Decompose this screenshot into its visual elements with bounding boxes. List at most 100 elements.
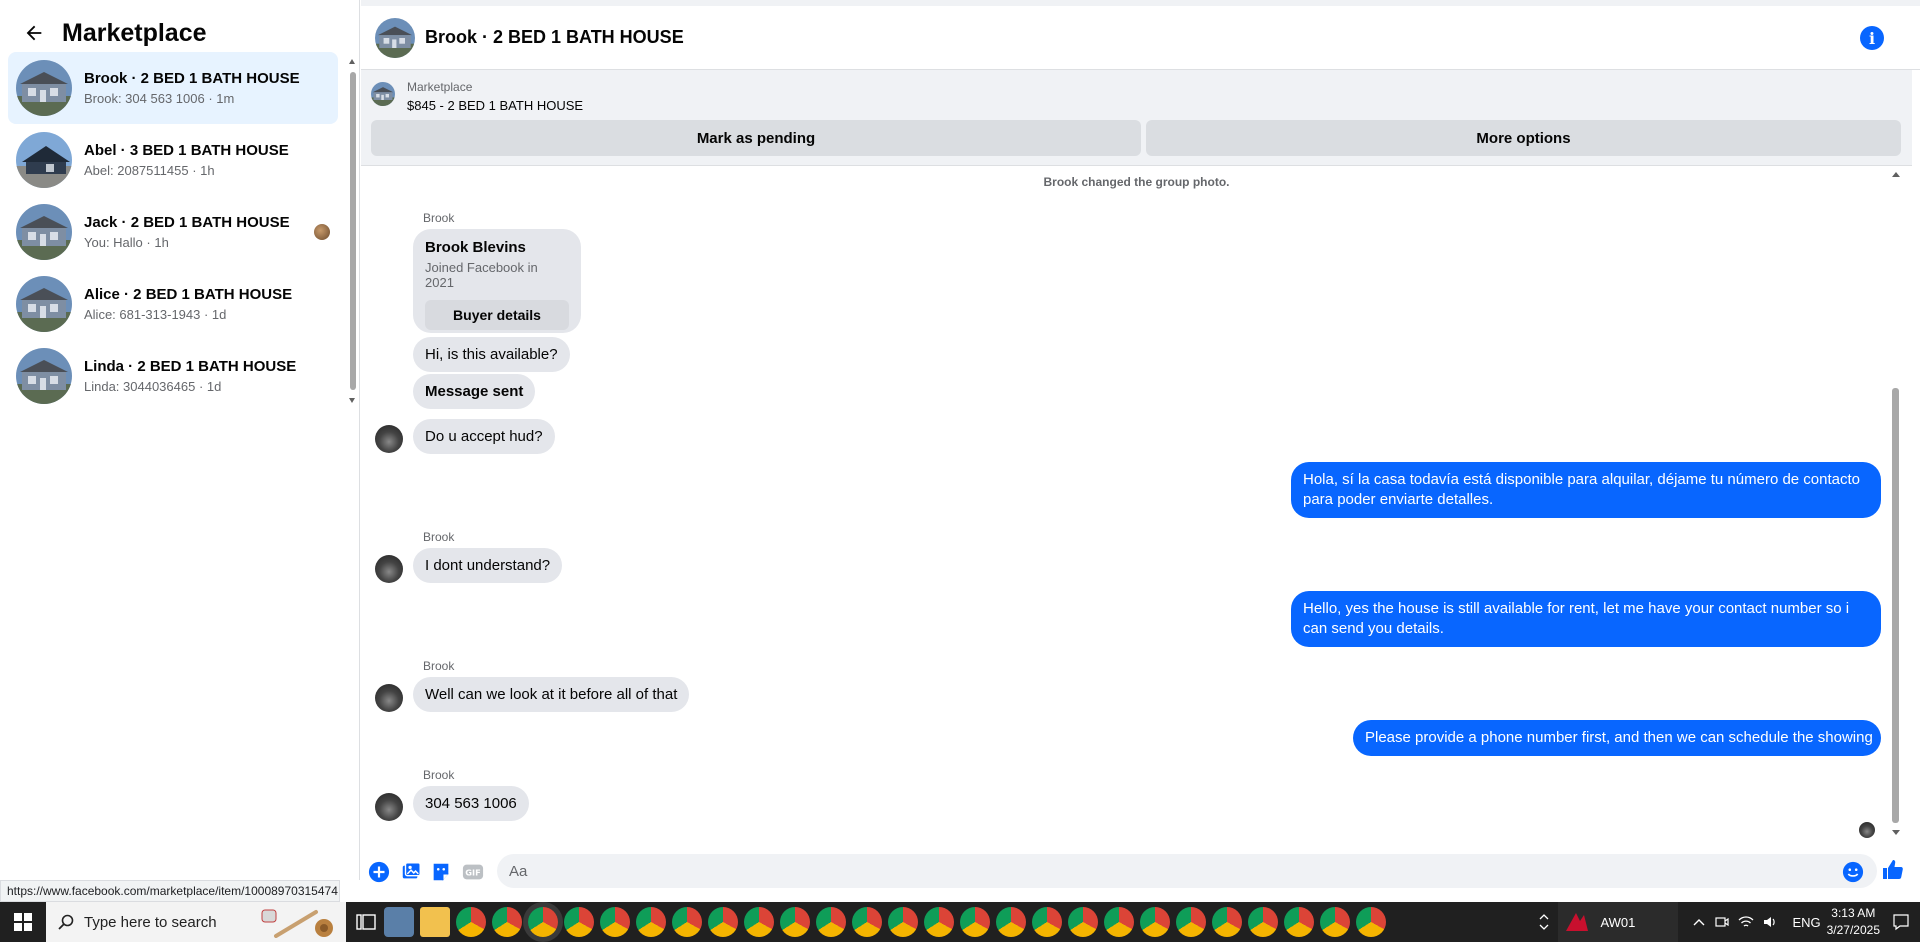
info-icon[interactable]: i — [1860, 26, 1884, 50]
listing-thumbnail — [16, 276, 72, 332]
chat-title[interactable]: Brook · 2 BED 1 BATH HOUSE — [425, 27, 684, 48]
conversation-item-abel[interactable]: Abel · 3 BED 1 BATH HOUSE Abel: 20875114… — [8, 124, 338, 196]
chrome-icon[interactable] — [1032, 907, 1062, 937]
chrome-icon[interactable] — [1068, 907, 1098, 937]
chrome-icon[interactable] — [1356, 907, 1386, 937]
message-scrollbar-arrows[interactable] — [1891, 170, 1901, 840]
message-bubble-out[interactable]: Please provide a phone number first, and… — [1353, 720, 1881, 756]
chrome-icon[interactable] — [492, 907, 522, 937]
chrome-icon[interactable] — [960, 907, 990, 937]
chrome-icon[interactable] — [1104, 907, 1134, 937]
search-icon — [58, 914, 74, 930]
tray-scroll-arrows-icon[interactable] — [1538, 912, 1550, 932]
chrome-icon[interactable] — [816, 907, 846, 937]
message-bubble-in[interactable]: Do u accept hud? — [413, 419, 555, 454]
chrome-icon[interactable] — [600, 907, 630, 937]
chrome-icon[interactable] — [564, 907, 594, 937]
listing-thumbnail — [16, 348, 72, 404]
chrome-icon[interactable] — [708, 907, 738, 937]
conversation-item-alice[interactable]: Alice · 2 BED 1 BATH HOUSE Alice: 681-31… — [8, 268, 338, 340]
chat-panel: Brook · 2 BED 1 BATH HOUSE i Marketplace… — [361, 0, 1920, 902]
chrome-icon[interactable] — [1212, 907, 1242, 937]
conversation-name: Abel · 3 BED 1 BATH HOUSE — [84, 142, 289, 159]
chrome-icon[interactable] — [1248, 907, 1278, 937]
sender-avatar[interactable] — [375, 555, 403, 583]
message-bubble-in[interactable]: I dont understand? — [413, 548, 563, 583]
gif-icon[interactable]: GIF — [461, 860, 485, 884]
chat-header: Brook · 2 BED 1 BATH HOUSE i — [361, 6, 1920, 70]
status-url-bar: https://www.facebook.com/marketplace/ite… — [0, 880, 340, 902]
listing-thumbnail — [16, 60, 72, 116]
file-explorer-icon[interactable] — [420, 907, 450, 937]
sender-avatar[interactable] — [375, 684, 403, 712]
chrome-icon[interactable] — [780, 907, 810, 937]
sender-name: Brook — [423, 211, 455, 225]
taskbar-app-icon[interactable] — [384, 907, 414, 937]
volume-icon[interactable] — [1762, 914, 1778, 930]
sender-name: Brook — [423, 768, 455, 782]
message-bubble-in[interactable]: Hi, is this available? — [413, 337, 570, 372]
back-arrow-icon[interactable] — [20, 19, 48, 47]
chrome-icon[interactable] — [456, 907, 486, 937]
buyer-name: Brook Blevins — [425, 239, 526, 256]
meet-now-icon[interactable] — [1714, 914, 1730, 930]
conversation-preview: You: Hallo · 1h — [84, 235, 169, 250]
chrome-icon[interactable] — [672, 907, 702, 937]
message-input[interactable] — [497, 854, 1877, 888]
chrome-icon[interactable] — [744, 907, 774, 937]
listing-thumbnail — [16, 204, 72, 260]
listing-price-title[interactable]: $845 - 2 BED 1 BATH HOUSE — [407, 98, 583, 113]
listing-thumbnail — [16, 132, 72, 188]
chrome-icon[interactable] — [1140, 907, 1170, 937]
more-options-button[interactable]: More options — [1146, 120, 1901, 156]
message-sent-bubble[interactable]: Message sent — [413, 374, 536, 409]
message-bubble-in[interactable]: 304 563 1006 — [413, 786, 529, 821]
chrome-icon[interactable] — [888, 907, 918, 937]
conversation-item-jack[interactable]: Jack · 2 BED 1 BATH HOUSE You: Hallo · 1… — [8, 196, 338, 268]
sender-name: Brook — [423, 530, 455, 544]
chrome-icon[interactable] — [852, 907, 882, 937]
chevron-up-icon[interactable] — [1692, 915, 1706, 929]
conversation-preview: Brook: 304 563 1006 · 1m — [84, 91, 235, 106]
windows-start-icon[interactable] — [0, 902, 46, 942]
sidebar-scrollbar-thumb[interactable] — [350, 72, 356, 390]
windows-taskbar: Type here to search AW01 ENG 3:13 AM 3/2… — [0, 902, 1920, 942]
sender-avatar[interactable] — [375, 425, 403, 453]
clock-date: 3/27/2025 — [1826, 923, 1880, 937]
message-bubble-out[interactable]: Hello, yes the house is still available … — [1291, 591, 1881, 647]
chrome-icon[interactable] — [1284, 907, 1314, 937]
mark-as-pending-button[interactable]: Mark as pending — [371, 120, 1141, 156]
listing-bar: Marketplace $845 - 2 BED 1 BATH HOUSE Ma… — [361, 70, 1912, 166]
language-indicator[interactable]: ENG — [1792, 915, 1820, 930]
sticker-icon[interactable] — [429, 860, 453, 884]
chrome-icon-active[interactable] — [528, 907, 558, 937]
notifications-icon[interactable] — [1892, 913, 1910, 931]
emoji-icon[interactable] — [1841, 860, 1865, 884]
plus-icon[interactable] — [367, 860, 391, 884]
message-bubble-out[interactable]: Hola, sí la casa todavía está disponible… — [1291, 462, 1881, 518]
buyer-details-button[interactable]: Buyer details — [425, 300, 569, 330]
svg-text:GIF: GIF — [465, 868, 480, 878]
conversation-preview: Alice: 681-313-1943 · 1d — [84, 307, 227, 322]
conversation-preview: Linda: 3044036465 · 1d — [84, 379, 222, 394]
photo-icon[interactable] — [399, 860, 423, 884]
listing-thumbnail[interactable] — [371, 82, 395, 106]
chrome-icon[interactable] — [636, 907, 666, 937]
chrome-icon[interactable] — [1176, 907, 1206, 937]
chrome-icon[interactable] — [1320, 907, 1350, 937]
buyer-joined: Joined Facebook in 2021 — [425, 260, 538, 290]
seen-avatar-icon — [314, 224, 330, 240]
sender-avatar[interactable] — [375, 793, 403, 821]
chrome-icon[interactable] — [996, 907, 1026, 937]
conversation-item-linda[interactable]: Linda · 2 BED 1 BATH HOUSE Linda: 304403… — [8, 340, 338, 412]
thumbs-up-icon[interactable] — [1881, 858, 1905, 882]
task-view-icon[interactable] — [354, 910, 378, 934]
taskbar-app-aw01[interactable]: AW01 — [1558, 902, 1679, 942]
chat-avatar[interactable] — [375, 18, 415, 58]
message-bubble-in[interactable]: Well can we look at it before all of tha… — [413, 677, 690, 712]
taskbar-search-box[interactable]: Type here to search — [46, 902, 346, 942]
network-icon[interactable] — [1738, 914, 1754, 930]
clock[interactable]: 3:13 AM 3/27/2025 — [1827, 905, 1880, 939]
conversation-item-brook[interactable]: Brook · 2 BED 1 BATH HOUSE Brook: 304 56… — [8, 52, 338, 124]
chrome-icon[interactable] — [924, 907, 954, 937]
